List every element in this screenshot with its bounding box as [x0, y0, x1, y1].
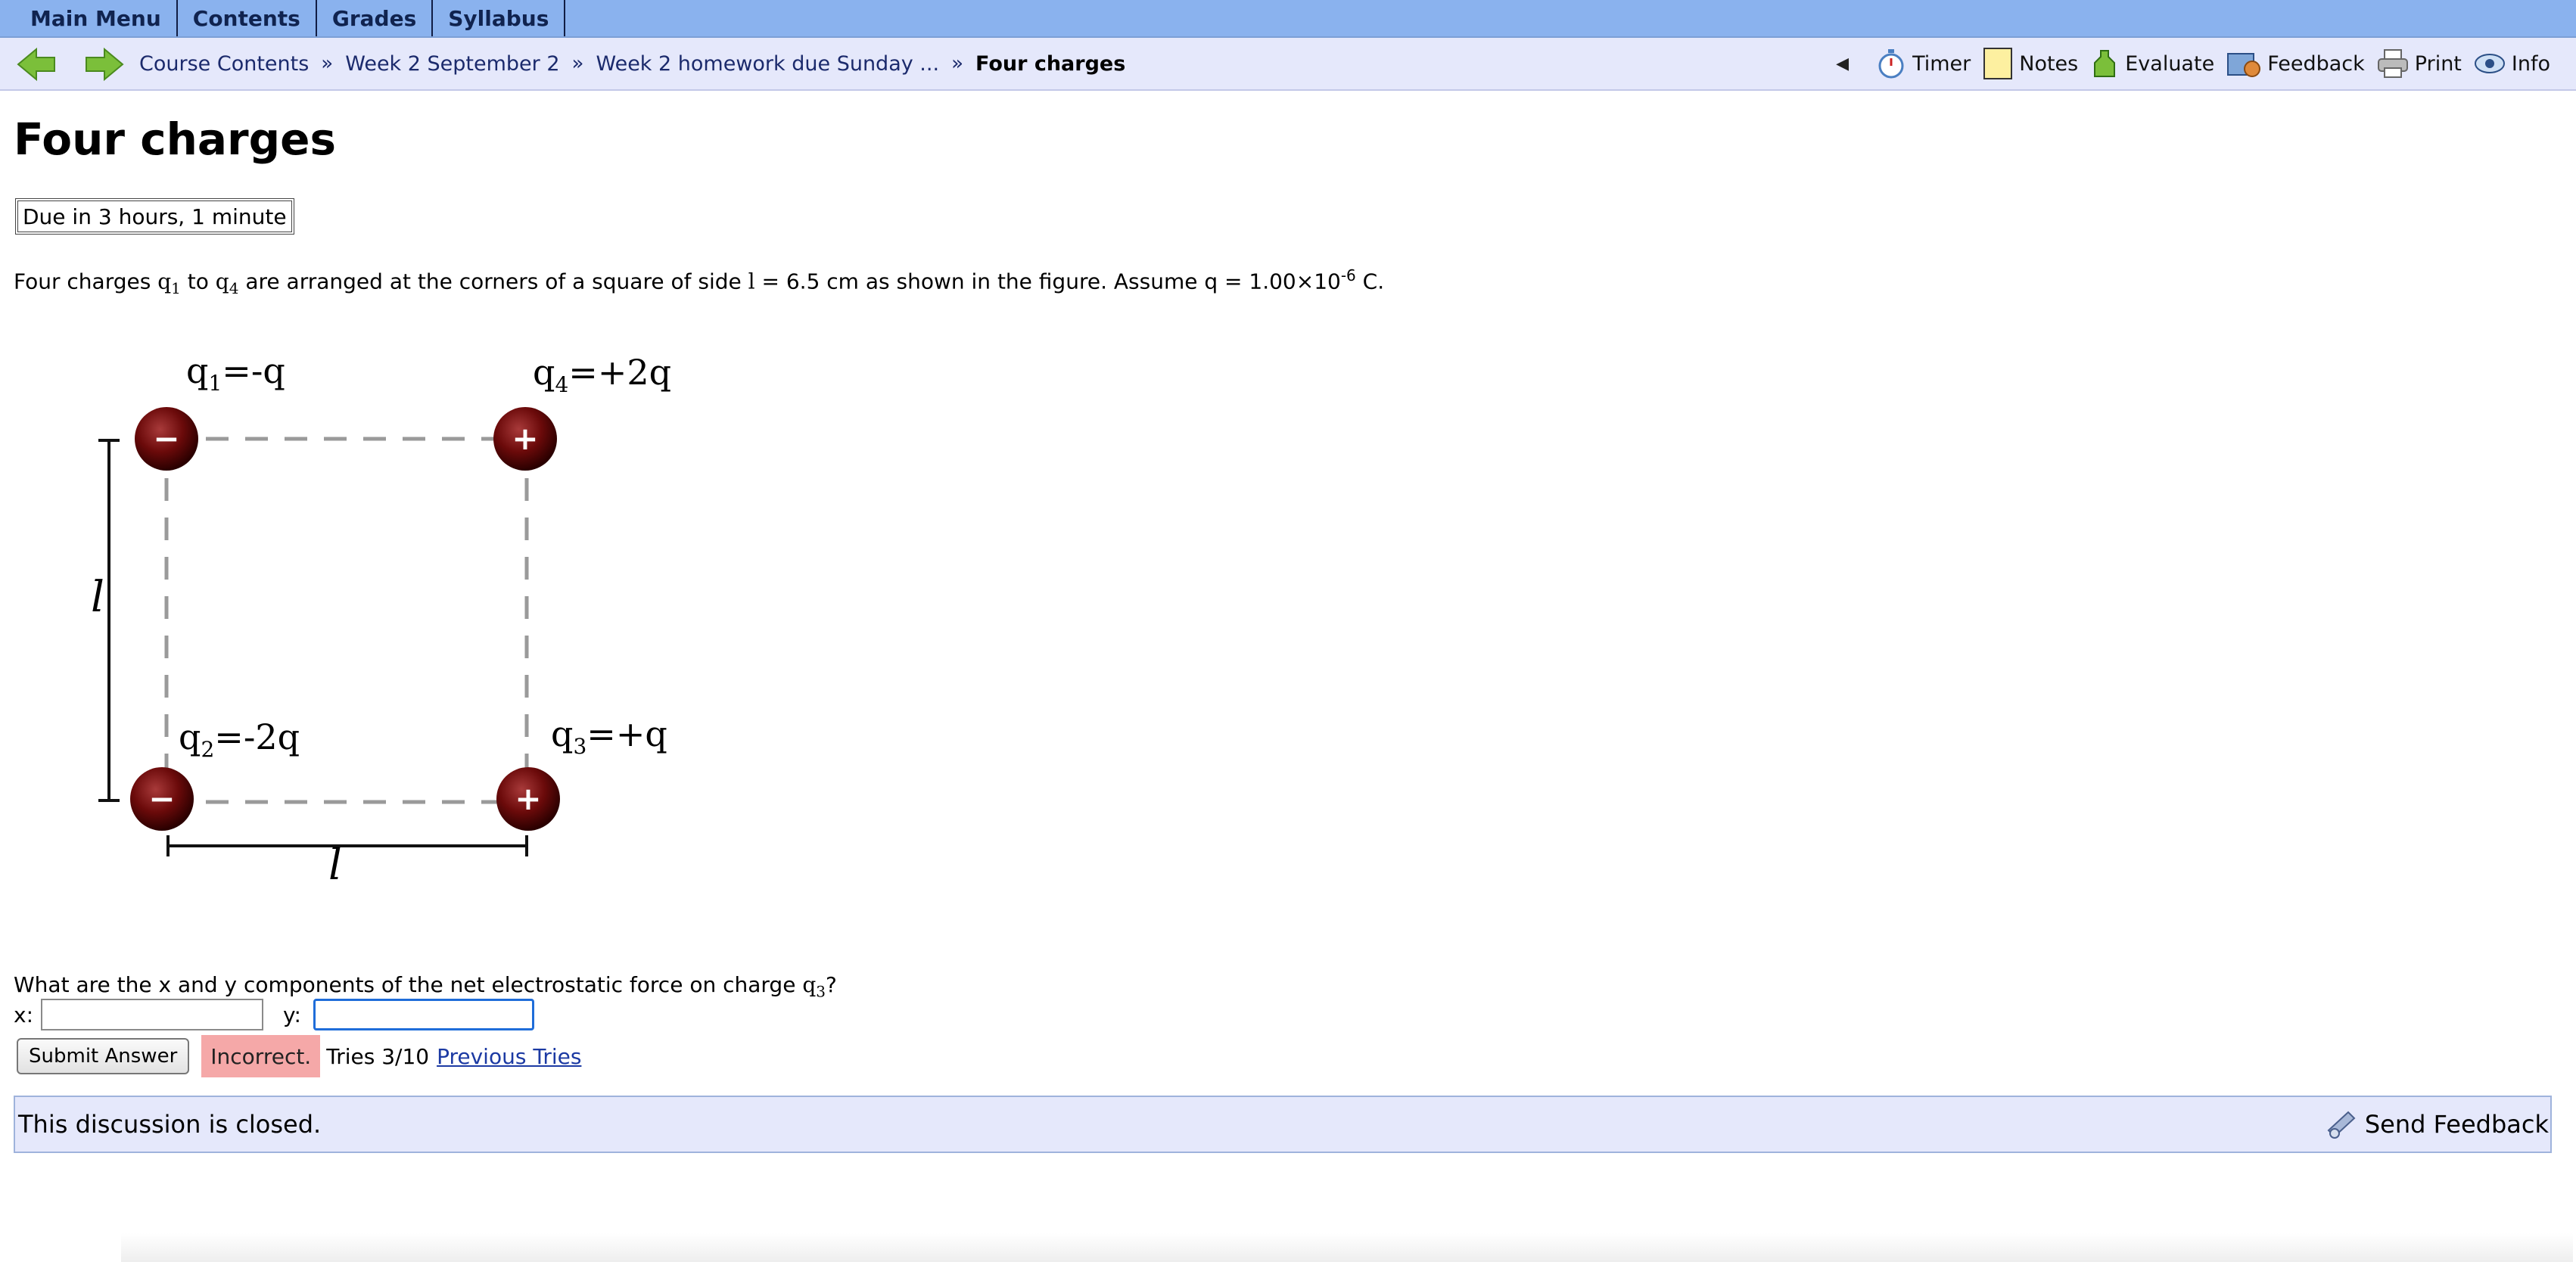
due-date-badge: Due in 3 hours, 1 minute	[15, 198, 294, 235]
problem-text: to	[180, 269, 216, 294]
q-subscript: 3	[816, 982, 826, 1001]
problem-text: Four charges	[14, 269, 158, 294]
menu-tab-contents[interactable]: Contents	[178, 0, 317, 36]
charges-square-figure: l l − + − + q1=-q q4=+2q q2=-2q q3=+q	[91, 350, 671, 890]
feedback-button[interactable]: Feedback	[2226, 48, 2365, 79]
horizontal-dimension-line	[166, 835, 528, 856]
printer-icon	[2377, 49, 2408, 78]
send-feedback-label: Send Feedback	[2364, 1110, 2549, 1139]
q-symbol: q	[215, 269, 229, 294]
charge-q4: +	[493, 407, 557, 471]
label-q1: q1=-q	[186, 350, 285, 396]
info-label: Info	[2511, 51, 2550, 76]
side-length-label-horizontal: l	[328, 841, 342, 890]
send-feedback-button[interactable]: Send Feedback	[2326, 1097, 2549, 1152]
menu-tab-main-menu[interactable]: Main Menu	[15, 0, 178, 36]
back-arrow-icon[interactable]	[15, 45, 58, 83]
charge-q1: −	[135, 407, 198, 471]
print-label: Print	[2414, 51, 2462, 76]
tries-counter: Tries 3/10	[326, 1043, 430, 1069]
evaluate-button[interactable]: Evaluate	[2090, 48, 2214, 79]
submit-answer-button[interactable]: Submit Answer	[17, 1038, 190, 1074]
breadcrumb: Course Contents » Week 2 September 2 » W…	[139, 38, 1125, 89]
breadcrumb-week-2[interactable]: Week 2 September 2	[345, 52, 559, 76]
notes-label: Notes	[2019, 51, 2079, 76]
label-q4: q4=+2q	[533, 352, 671, 397]
plus-sign: +	[515, 780, 541, 817]
timer-label: Timer	[1912, 51, 1971, 76]
question-mark: ?	[826, 972, 837, 997]
problem-statement: Four charges q1 to q4 are arranged at th…	[14, 260, 1384, 303]
breadcrumb-homework[interactable]: Week 2 homework due Sunday ...	[596, 52, 939, 76]
print-button[interactable]: Print	[2377, 48, 2462, 79]
breadcrumb-toolbar: Course Contents » Week 2 September 2 » W…	[0, 38, 2576, 91]
label-q3: q3=+q	[551, 713, 667, 759]
label-q2: q2=-2q	[179, 716, 300, 762]
question-body: What are the x and y components of the n…	[14, 972, 803, 997]
notes-button[interactable]: Notes	[1983, 47, 2078, 80]
side-length-label-vertical: l	[91, 573, 104, 622]
y-component-input[interactable]	[313, 999, 534, 1030]
q-symbol: q	[802, 972, 817, 997]
previous-tries-link[interactable]: Previous Tries	[437, 1044, 581, 1069]
collapse-toolbar-icon[interactable]: ◀	[1836, 54, 1849, 73]
q-subscript: 1	[171, 278, 181, 297]
main-menubar: Main Menu Contents Grades Syllabus	[0, 0, 2576, 38]
x-component-input[interactable]	[41, 999, 264, 1030]
breadcrumb-current: Four charges	[975, 51, 1126, 76]
y-label: y:	[283, 1002, 301, 1027]
breadcrumb-separator: »	[571, 52, 584, 75]
menu-tabs: Main Menu Contents Grades Syllabus	[15, 0, 566, 36]
status-badge: Incorrect.	[201, 1035, 321, 1077]
minus-sign: −	[153, 420, 179, 457]
menu-tab-grades[interactable]: Grades	[317, 0, 434, 36]
submission-row: Submit Answer Incorrect. Tries 3/10 Prev…	[17, 1035, 581, 1077]
problem-text: are arranged at the corners of a square …	[238, 269, 748, 294]
page-bottom-shadow	[121, 1233, 2573, 1262]
plus-sign: +	[512, 420, 538, 457]
feedback-icon	[2227, 53, 2261, 77]
forward-arrow-icon[interactable]	[83, 45, 126, 83]
toolbar-tools: ◀ Timer Notes Evaluate Feedback Print In…	[1836, 38, 2550, 89]
page-title: Four charges	[14, 113, 336, 165]
feedback-label: Feedback	[2267, 51, 2365, 76]
info-button[interactable]: Info	[2474, 48, 2550, 79]
evaluate-icon	[2094, 50, 2116, 77]
l-symbol: l	[748, 269, 755, 294]
breadcrumb-course-contents[interactable]: Course Contents	[139, 52, 309, 76]
problem-text: C.	[1355, 269, 1385, 294]
notes-icon	[1983, 48, 2013, 79]
send-feedback-icon	[2327, 1111, 2356, 1139]
answer-inputs: x: y:	[14, 997, 534, 1032]
q-subscript: 4	[229, 278, 239, 297]
stopwatch-icon	[1878, 49, 1904, 79]
problem-text: = 6.5 cm as shown in the figure. Assume …	[754, 269, 1341, 294]
q-symbol: q	[157, 269, 172, 294]
breadcrumb-separator: »	[321, 52, 334, 75]
charge-q2: −	[130, 767, 194, 831]
discussion-closed-text: This discussion is closed.	[18, 1110, 322, 1139]
timer-button[interactable]: Timer	[1876, 48, 1971, 79]
minus-sign: −	[148, 780, 175, 817]
menu-tab-syllabus[interactable]: Syllabus	[433, 0, 566, 36]
exponent: -6	[1340, 266, 1356, 284]
x-label: x:	[14, 1002, 34, 1027]
breadcrumb-separator: »	[951, 52, 963, 75]
info-eye-icon	[2474, 54, 2505, 73]
discussion-panel: This discussion is closed. Send Feedback	[14, 1096, 2552, 1153]
charge-q3: +	[496, 767, 560, 831]
evaluate-label: Evaluate	[2125, 51, 2215, 76]
